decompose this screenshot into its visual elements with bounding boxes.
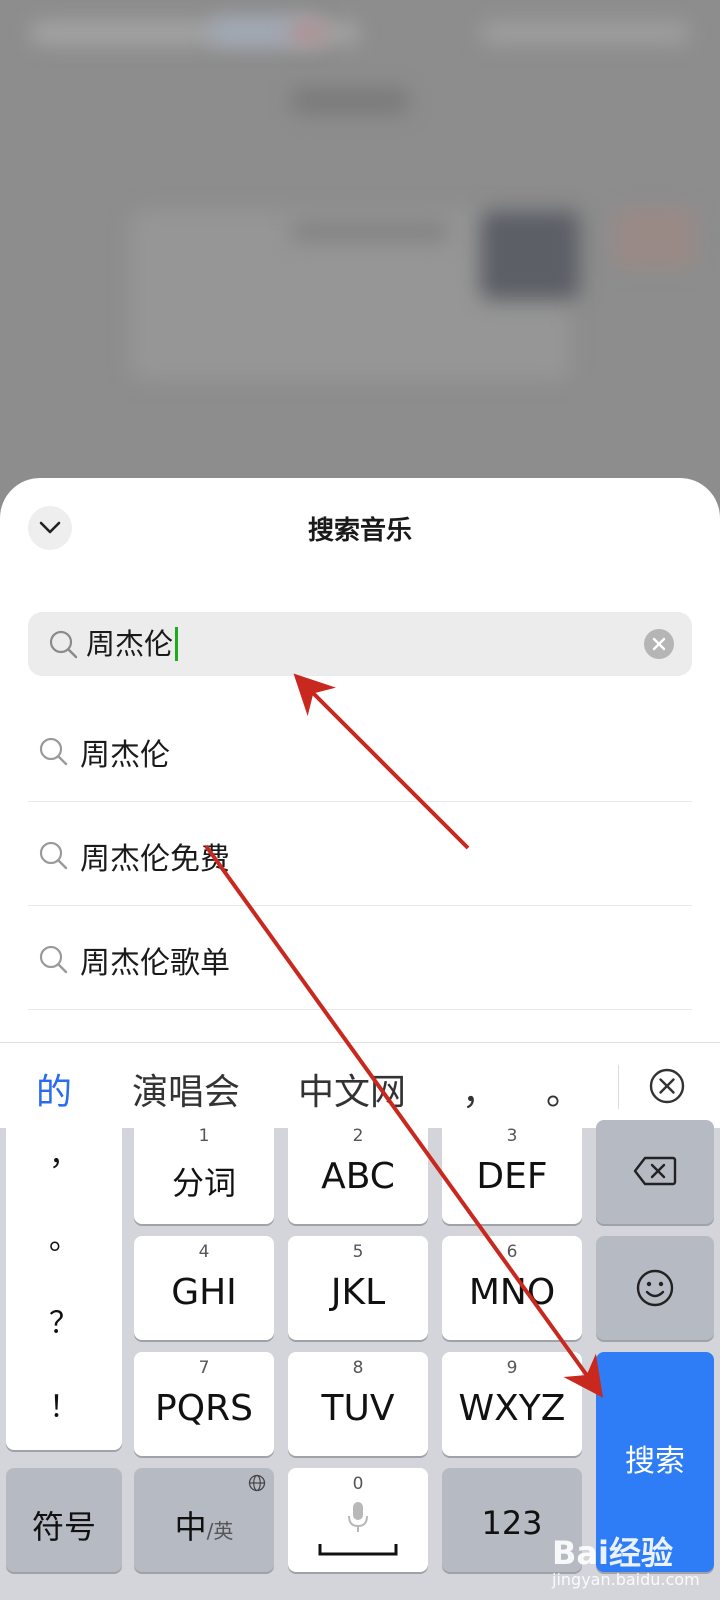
search-input-value: 周杰伦	[86, 626, 179, 662]
key-label: ABC	[321, 1156, 395, 1197]
backspace-icon	[633, 1156, 677, 1186]
candidate-word[interactable]: 中文网	[298, 1063, 406, 1115]
sheet-title: 搜索音乐	[307, 516, 412, 546]
search-input[interactable]: 周杰伦	[28, 612, 692, 676]
key-label: PQRS	[155, 1388, 253, 1429]
key-label: GHI	[171, 1272, 237, 1313]
watermark-logo: Bai经验	[552, 1534, 673, 1572]
key-number: 5	[352, 1242, 364, 1262]
punct-key[interactable]: 。	[6, 1214, 122, 1258]
key-5[interactable]: 5 JKL	[288, 1236, 428, 1340]
suggestion-label: 周杰伦免费	[80, 842, 230, 877]
key-number: 4	[198, 1242, 210, 1262]
key-1[interactable]: 1 分词	[134, 1120, 274, 1224]
space-voice-button[interactable]: 0	[288, 1468, 428, 1572]
candidate-word[interactable]: 的	[36, 1063, 72, 1115]
key-number: 1	[198, 1126, 210, 1146]
blurred-title	[290, 88, 410, 114]
key-7[interactable]: 7 PQRS	[134, 1352, 274, 1456]
key-number: 2	[352, 1126, 364, 1146]
blurred-icon	[290, 20, 326, 44]
suggestion-item[interactable]: 周杰伦免费	[28, 802, 692, 906]
close-icon	[652, 637, 666, 651]
clear-search-button[interactable]	[644, 629, 674, 659]
key-number: 3	[506, 1126, 518, 1146]
space-icon	[318, 1544, 398, 1556]
key-8[interactable]: 8 TUV	[288, 1352, 428, 1456]
search-icon	[39, 841, 68, 870]
watermark-url: jingyan.baidu.com	[552, 1570, 700, 1589]
search-icon	[39, 945, 68, 974]
search-icon	[39, 737, 68, 766]
close-keyboard-icon[interactable]	[648, 1067, 686, 1105]
text-caret	[175, 627, 179, 661]
key-label: TUV	[321, 1388, 395, 1429]
lang-secondary-label: /英	[206, 1519, 234, 1543]
divider	[28, 1009, 692, 1010]
suggestion-label: 周杰伦	[80, 738, 170, 773]
punct-key[interactable]: ！	[6, 1382, 122, 1426]
key-number: 7	[198, 1358, 210, 1378]
background-app-blurred	[0, 0, 720, 520]
key-label: DEF	[476, 1156, 548, 1197]
blurred-status-bar	[480, 22, 690, 44]
punct-key[interactable]: ，	[6, 1130, 122, 1174]
key-6[interactable]: 6 MNO	[442, 1236, 582, 1340]
candidate-separator	[618, 1065, 619, 1109]
punct-key[interactable]: ？	[6, 1298, 122, 1342]
candidate-word[interactable]: 。	[546, 1063, 582, 1115]
key-number: 9	[506, 1358, 518, 1378]
globe-icon	[248, 1474, 266, 1492]
blurred-thumbnail	[615, 208, 695, 268]
key-label: MNO	[468, 1272, 556, 1313]
key-number: 6	[506, 1242, 518, 1262]
key-label: JKL	[330, 1272, 386, 1313]
emoji-button[interactable]	[596, 1236, 714, 1340]
suggestion-item[interactable]: 周杰伦	[28, 698, 692, 802]
candidate-word[interactable]: 演唱会	[132, 1063, 240, 1115]
candidate-word[interactable]: ，	[462, 1063, 498, 1115]
key-label: 分词	[171, 1164, 236, 1202]
watermark: Bai经验 jingyan.baidu.com	[552, 1528, 712, 1592]
backspace-button[interactable]	[596, 1120, 714, 1224]
ime-candidate-bar: 的 演唱会 中文网 ， 。	[0, 1042, 720, 1128]
punctuation-list[interactable]: ， 。 ？ ！	[6, 1120, 122, 1450]
search-key-label: 搜索	[625, 1444, 685, 1479]
lang-primary-label: 中	[174, 1508, 207, 1546]
suggestion-label: 周杰伦歌单	[80, 946, 230, 981]
key-label: WXYZ	[458, 1388, 566, 1429]
search-icon	[49, 630, 78, 659]
suggestion-item[interactable]: 周杰伦歌单	[28, 906, 692, 1010]
key-number: 0	[352, 1474, 364, 1494]
key-4[interactable]: 4 GHI	[134, 1236, 274, 1340]
search-query-text: 周杰伦	[86, 627, 174, 661]
symbol-button[interactable]: 符号	[6, 1468, 122, 1572]
key-number: 8	[352, 1358, 364, 1378]
key-label: 符号	[31, 1508, 96, 1546]
blurred-text	[290, 220, 450, 242]
key-9[interactable]: 9 WXYZ	[442, 1352, 582, 1456]
blurred-album-art	[480, 210, 580, 300]
key-3[interactable]: 3 DEF	[442, 1120, 582, 1224]
microphone-icon	[348, 1502, 368, 1532]
key-2[interactable]: 2 ABC	[288, 1120, 428, 1224]
smiley-icon	[636, 1269, 674, 1307]
language-switch-button[interactable]: 中/英	[134, 1468, 274, 1572]
